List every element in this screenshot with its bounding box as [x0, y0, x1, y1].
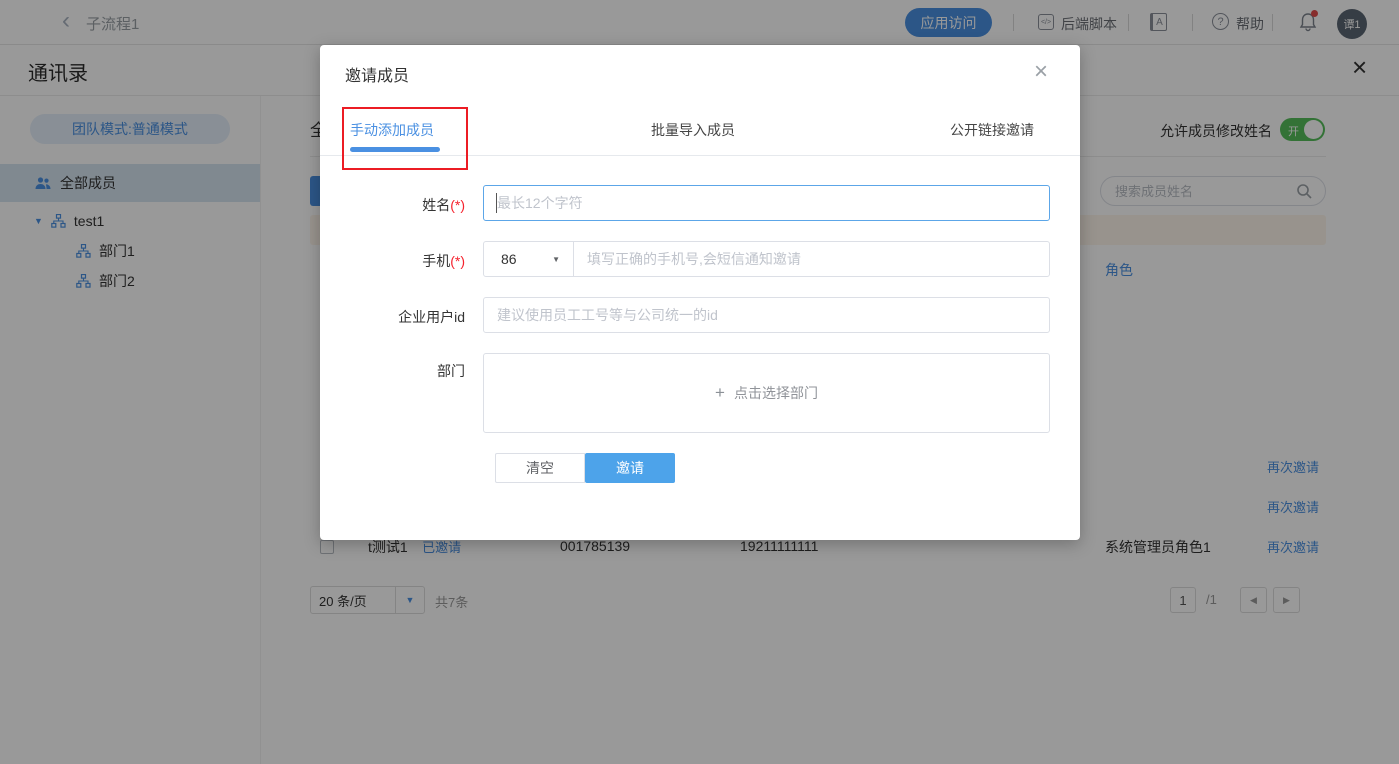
country-code-select[interactable]: 86 ▼ — [484, 242, 574, 276]
text-cursor — [496, 193, 497, 213]
modal-title: 邀请成员 — [345, 62, 409, 86]
userid-field — [483, 297, 1050, 333]
invite-member-modal: 邀请成员 × 手动添加成员 批量导入成员 公开链接邀请 姓名(*) 手机(*) … — [320, 45, 1080, 540]
tab-batch-import[interactable]: 批量导入成员 — [651, 120, 735, 140]
country-code-value: 86 — [501, 251, 517, 267]
dept-label: 部门 — [320, 361, 465, 381]
name-label: 姓名(*) — [320, 195, 465, 215]
required-mark: (*) — [450, 253, 465, 269]
userid-label: 企业用户id — [320, 307, 465, 327]
annotation-highlight-box — [342, 107, 468, 170]
name-input[interactable] — [484, 186, 1049, 220]
app-window: ‹ 子流程1 应用访问 </> 后端脚本 A ? 帮助 谭1 通讯录 × 团队模… — [0, 0, 1399, 764]
plus-icon: + — [715, 383, 725, 403]
phone-field: 86 ▼ — [483, 241, 1050, 277]
name-field — [483, 185, 1050, 221]
clear-button[interactable]: 清空 — [495, 453, 585, 483]
modal-close-icon[interactable]: × — [1034, 58, 1048, 86]
phone-label: 手机(*) — [320, 251, 465, 271]
dept-picker[interactable]: + 点击选择部门 — [483, 353, 1050, 433]
chevron-down-icon: ▼ — [552, 255, 560, 264]
dept-picker-label: 点击选择部门 — [734, 383, 818, 403]
userid-input[interactable] — [484, 298, 1049, 332]
required-mark: (*) — [450, 197, 465, 213]
tab-public-link[interactable]: 公开链接邀请 — [950, 120, 1034, 140]
invite-button[interactable]: 邀请 — [585, 453, 675, 483]
phone-input[interactable] — [574, 242, 1049, 276]
